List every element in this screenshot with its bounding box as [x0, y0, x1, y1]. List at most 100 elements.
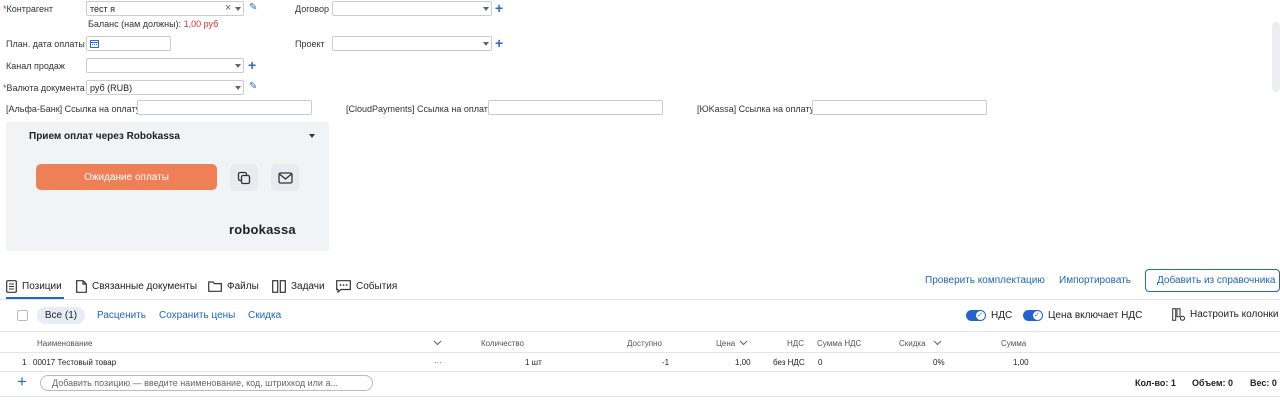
row-price[interactable]: 1,00	[735, 358, 751, 367]
row-vat-sum: 0	[818, 358, 823, 367]
configure-columns-label: Настроить колонки	[1190, 309, 1279, 320]
sales-channel-label: Канал продаж	[6, 61, 65, 71]
robokassa-title: Прием оплат через Robokassa	[29, 131, 180, 142]
header-divider	[0, 352, 1280, 353]
add-from-catalog-button[interactable]: Добавить из справочника	[1145, 269, 1280, 292]
alfabank-link-label: [Альфа-Банк] Ссылка на оплату	[6, 104, 141, 114]
counterparty-label: *Контрагент	[3, 4, 54, 14]
col-discount-header[interactable]: Скидка	[899, 339, 926, 348]
tab-label: Позиции	[22, 280, 62, 292]
discount-link[interactable]: Скидка	[248, 310, 281, 321]
plan-date-input[interactable]	[86, 36, 171, 51]
collapse-chevron-icon[interactable]	[309, 134, 315, 138]
chevron-down-icon[interactable]	[235, 86, 241, 90]
project-select[interactable]	[332, 36, 492, 51]
tab-label: Связанные документы	[92, 280, 198, 292]
counterparty-value: тест я	[90, 4, 116, 14]
chevron-down-icon[interactable]	[483, 42, 489, 46]
plan-date-label: План. дата оплаты	[6, 39, 85, 49]
tab-label: Задачи	[291, 280, 325, 292]
chevron-down-icon[interactable]	[433, 340, 442, 346]
configure-columns-button[interactable]: Настроить колонки	[1172, 308, 1278, 321]
price-includes-vat-toggle[interactable]: ✓	[1023, 310, 1043, 321]
chevron-down-icon[interactable]	[933, 340, 942, 346]
sales-channel-select[interactable]	[86, 58, 244, 73]
check-completeness-link[interactable]: Проверить комплектацию	[925, 275, 1045, 286]
col-price-header[interactable]: Цена	[716, 339, 735, 348]
row-discount[interactable]: 0%	[933, 358, 945, 367]
tabs-divider	[0, 299, 1280, 300]
calendar-icon[interactable]	[90, 40, 99, 48]
counterparty-select[interactable]: тест я ×	[86, 1, 244, 16]
balance-value: 1,00 руб	[183, 19, 219, 29]
copy-icon	[237, 171, 251, 184]
vat-toggle[interactable]: ✓	[966, 310, 986, 321]
cloudpayments-link-label: [CloudPayments] Ссылка на оплату	[346, 104, 493, 114]
row-vat[interactable]: без НДС	[773, 358, 805, 367]
row-number: 1	[22, 358, 27, 367]
document-icon	[76, 279, 87, 293]
project-label: Проект	[295, 39, 325, 49]
price-includes-vat-label: Цена включает НДС	[1048, 310, 1143, 321]
tab-label: События	[356, 280, 398, 292]
tab-related-documents[interactable]: Связанные документы	[76, 274, 197, 298]
chevron-down-icon[interactable]	[235, 7, 241, 11]
awaiting-payment-button[interactable]: Ожидание оплаты	[36, 164, 217, 190]
currency-value: руб (RUB)	[90, 83, 133, 93]
edit-currency-icon[interactable]: ✎	[249, 82, 257, 92]
contract-label: Договор	[295, 4, 329, 14]
check-icon: ✓	[1034, 312, 1040, 319]
footer-divider	[0, 396, 1280, 397]
row-divider	[0, 371, 1280, 372]
tab-label: Файлы	[227, 280, 259, 292]
clear-icon[interactable]: ×	[225, 2, 231, 14]
total-count: Кол-во: 1	[1135, 378, 1176, 388]
columns-settings-icon	[1172, 308, 1185, 321]
chevron-down-icon[interactable]	[739, 340, 748, 346]
col-qty-header[interactable]: Количество	[481, 339, 524, 348]
import-link[interactable]: Импортировать	[1059, 275, 1131, 286]
yookassa-link-label: [ЮKassa] Ссылка на оплату	[697, 104, 815, 114]
col-name-header[interactable]: Наименование	[37, 339, 92, 348]
events-icon	[336, 279, 351, 293]
vat-toggle-label: НДС	[991, 310, 1013, 321]
folder-icon	[208, 280, 222, 292]
filter-all-pill[interactable]: Все (1)	[37, 307, 85, 324]
total-weight: Вес: 0	[1250, 378, 1277, 388]
yookassa-link-input[interactable]	[812, 100, 987, 115]
tab-positions[interactable]: Позиции	[6, 274, 62, 298]
save-prices-link[interactable]: Сохранить цены	[159, 310, 235, 321]
send-email-button[interactable]	[271, 164, 299, 191]
currency-label: *Валюта документа	[3, 83, 85, 93]
currency-select[interactable]: руб (RUB)	[86, 80, 244, 95]
tab-events[interactable]: События	[336, 274, 397, 298]
tab-tasks[interactable]: Задачи	[272, 274, 325, 298]
select-all-checkbox[interactable]	[17, 310, 28, 321]
chevron-down-icon[interactable]	[483, 7, 489, 11]
cloudpayments-link-input[interactable]	[488, 100, 663, 115]
col-vat-sum-header[interactable]: Сумма НДС	[817, 339, 861, 348]
reprice-link[interactable]: Расценить	[97, 310, 146, 321]
tab-files[interactable]: Файлы	[208, 274, 259, 298]
row-sum[interactable]: 1,00	[1013, 358, 1029, 367]
add-contract-icon[interactable]: +	[495, 1, 503, 15]
chevron-down-icon[interactable]	[235, 64, 241, 68]
col-vat-header[interactable]: НДС	[787, 339, 804, 348]
product-link[interactable]: 00017 Тестовый товар	[33, 358, 116, 367]
row-qty[interactable]: 1 шт	[525, 358, 542, 367]
add-sales-channel-icon[interactable]: +	[248, 58, 256, 72]
toolbar-divider	[0, 331, 1280, 332]
copy-link-button[interactable]	[230, 164, 258, 191]
col-available-header[interactable]: Доступно	[627, 339, 662, 348]
col-sum-header[interactable]: Сумма	[1001, 339, 1026, 348]
scrollbar-thumb[interactable]	[1272, 22, 1280, 92]
add-position-placeholder: Добавить позицию — введите наименование,…	[52, 378, 338, 388]
row-menu-icon[interactable]: ···	[434, 358, 442, 367]
edit-counterparty-icon[interactable]: ✎	[249, 3, 257, 13]
row-available: -1	[662, 358, 670, 367]
add-position-icon[interactable]: +	[17, 373, 27, 391]
alfabank-link-input[interactable]	[137, 100, 312, 115]
add-position-input[interactable]: Добавить позицию — введите наименование,…	[40, 375, 373, 391]
add-project-icon[interactable]: +	[495, 36, 503, 50]
contract-select[interactable]	[332, 1, 492, 16]
